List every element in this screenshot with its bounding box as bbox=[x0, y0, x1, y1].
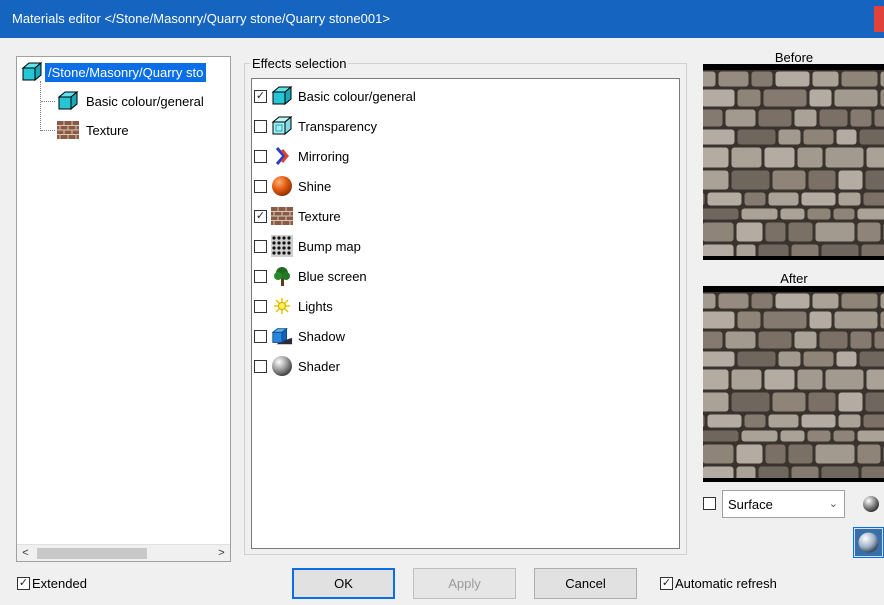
apply-button[interactable]: Apply bbox=[413, 568, 516, 599]
mirror-arrows-icon bbox=[271, 145, 293, 167]
automatic-refresh-label: Automatic refresh bbox=[675, 576, 777, 591]
window-title: Materials editor </Stone/Masonry/Quarry … bbox=[12, 11, 390, 26]
cube-icon bbox=[21, 62, 45, 82]
ok-button[interactable]: OK bbox=[292, 568, 395, 599]
tree-item-label: Texture bbox=[86, 122, 129, 138]
effect-label: Blue screen bbox=[298, 268, 367, 284]
title-bar: Materials editor </Stone/Masonry/Quarry … bbox=[0, 0, 884, 38]
effect-label: Texture bbox=[298, 208, 341, 224]
effects-list: ✓ Basic colour/general Transparency Mirr… bbox=[251, 78, 680, 549]
sun-icon bbox=[271, 295, 293, 317]
brick-icon bbox=[57, 121, 83, 139]
close-button[interactable] bbox=[874, 6, 884, 32]
effect-checkbox[interactable] bbox=[254, 149, 267, 163]
chevron-down-icon: ⌄ bbox=[828, 498, 838, 510]
effect-label: Transparency bbox=[298, 118, 377, 134]
tree-connector bbox=[40, 81, 41, 131]
effect-label: Shine bbox=[298, 178, 332, 194]
effect-blue-screen[interactable]: Blue screen bbox=[254, 263, 367, 289]
effect-transparency[interactable]: Transparency bbox=[254, 113, 377, 139]
tree-item-basic-colour[interactable]: Basic colour/general bbox=[57, 89, 207, 113]
material-tree[interactable]: /Stone/Masonry/Quarry sto Basic colour/g… bbox=[16, 56, 231, 562]
tree-icon bbox=[271, 265, 293, 287]
effect-label: Mirroring bbox=[298, 148, 350, 164]
automatic-refresh-option[interactable]: ✓ Automatic refresh bbox=[660, 576, 777, 591]
tree-connector bbox=[41, 101, 55, 102]
after-label: After bbox=[780, 271, 808, 286]
effect-checkbox[interactable] bbox=[254, 359, 267, 373]
effect-checkbox[interactable]: ✓ bbox=[254, 89, 267, 103]
surface-select[interactable]: Surface ⌄ bbox=[722, 490, 845, 518]
effect-checkbox[interactable]: ✓ bbox=[254, 209, 267, 223]
sphere-preview-button[interactable] bbox=[858, 491, 884, 517]
cube-icon bbox=[271, 85, 293, 107]
shadow-cube-icon bbox=[271, 325, 293, 347]
automatic-refresh-checkbox[interactable]: ✓ bbox=[660, 577, 673, 590]
effect-lights[interactable]: Lights bbox=[254, 293, 333, 319]
effect-bump-map[interactable]: Bump map bbox=[254, 233, 361, 259]
extended-checkbox[interactable]: ✓ bbox=[17, 577, 30, 590]
effect-label: Shadow bbox=[298, 328, 345, 344]
orange-sphere-icon bbox=[271, 175, 293, 197]
effect-mirroring[interactable]: Mirroring bbox=[254, 143, 349, 169]
effect-shine[interactable]: Shine bbox=[254, 173, 331, 199]
effect-label: Shader bbox=[298, 358, 340, 374]
tree-item-label: Basic colour/general bbox=[86, 93, 204, 109]
effect-checkbox[interactable] bbox=[254, 329, 267, 343]
tree-horizontal-scrollbar[interactable]: < > bbox=[17, 544, 230, 561]
surface-select-value: Surface bbox=[728, 496, 773, 512]
cancel-button[interactable]: Cancel bbox=[534, 568, 637, 599]
effect-shadow[interactable]: Shadow bbox=[254, 323, 345, 349]
scroll-right-icon[interactable]: > bbox=[213, 545, 230, 561]
effects-group-title: Effects selection bbox=[250, 56, 349, 71]
effect-basic-colour[interactable]: ✓ Basic colour/general bbox=[254, 83, 416, 109]
surface-checkbox[interactable] bbox=[703, 497, 716, 510]
dot-grid-icon bbox=[271, 235, 293, 257]
before-preview bbox=[703, 64, 884, 260]
cube-icon bbox=[57, 91, 83, 111]
tree-item-root[interactable]: /Stone/Masonry/Quarry sto bbox=[21, 60, 207, 84]
tree-item-texture[interactable]: Texture bbox=[57, 118, 132, 142]
extended-label: Extended bbox=[32, 576, 87, 591]
transparent-cube-icon bbox=[271, 115, 293, 137]
effect-label: Bump map bbox=[298, 238, 361, 254]
effect-checkbox[interactable] bbox=[254, 269, 267, 283]
effect-checkbox[interactable] bbox=[254, 119, 267, 133]
scroll-left-icon[interactable]: < bbox=[17, 545, 34, 561]
scrollbar-thumb[interactable] bbox=[37, 548, 147, 559]
effect-checkbox[interactable] bbox=[254, 179, 267, 193]
extended-option[interactable]: ✓ Extended bbox=[17, 576, 87, 591]
effect-label: Basic colour/general bbox=[298, 88, 416, 104]
brick-icon bbox=[271, 205, 293, 227]
before-label: Before bbox=[774, 50, 814, 65]
effect-shader[interactable]: Shader bbox=[254, 353, 340, 379]
lighting-sphere-button[interactable] bbox=[853, 527, 884, 558]
after-preview bbox=[703, 286, 884, 482]
tree-item-root-label: /Stone/Masonry/Quarry sto bbox=[45, 62, 207, 82]
tree-connector bbox=[41, 130, 55, 131]
effect-checkbox[interactable] bbox=[254, 239, 267, 253]
grey-sphere-icon bbox=[271, 355, 293, 377]
effect-label: Lights bbox=[298, 298, 333, 314]
effect-texture[interactable]: ✓ Texture bbox=[254, 203, 341, 229]
effect-checkbox[interactable] bbox=[254, 299, 267, 313]
